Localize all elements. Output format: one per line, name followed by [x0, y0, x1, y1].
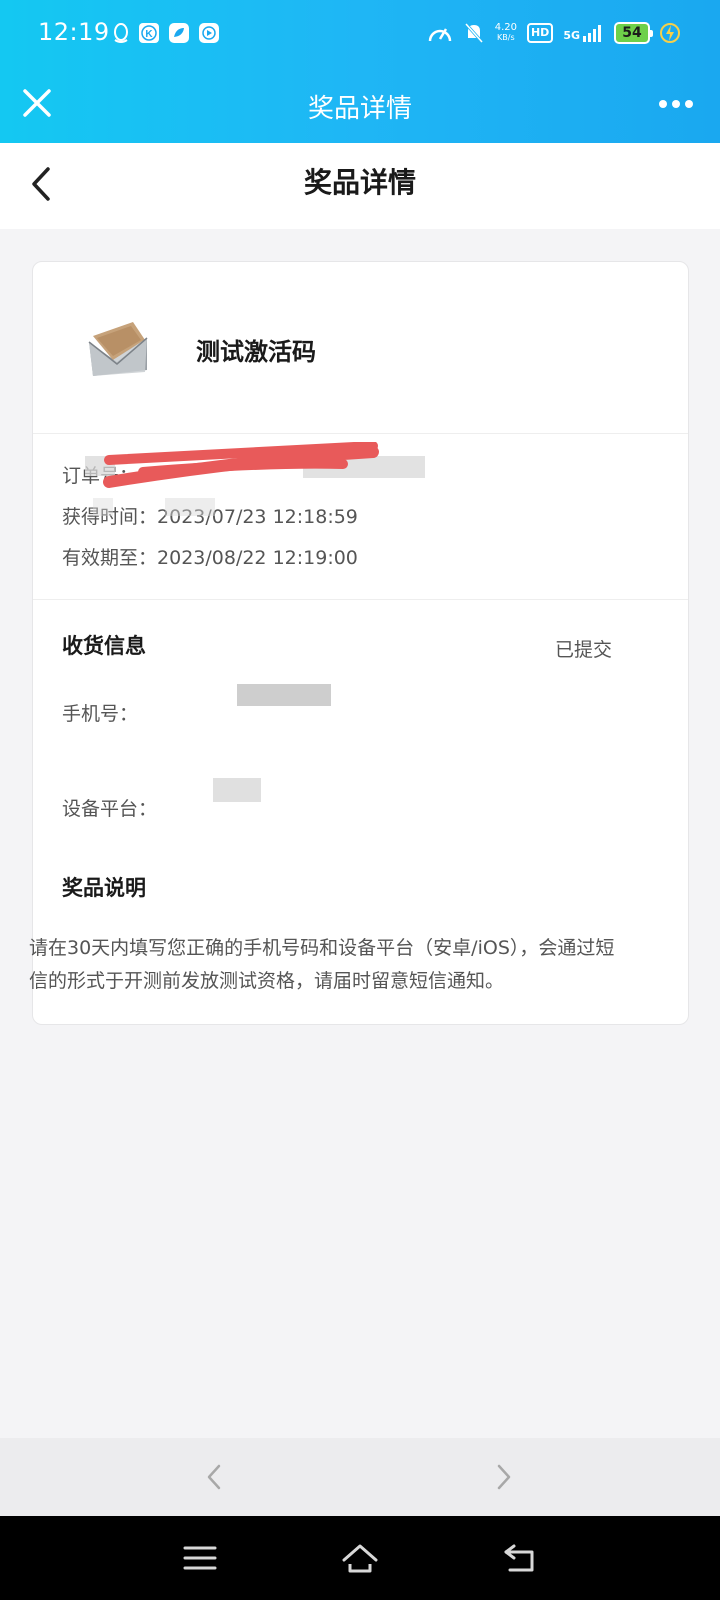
charging-icon — [660, 23, 680, 43]
prize-name: 测试激活码 — [196, 338, 316, 366]
expiry-label: 有效期至： — [62, 547, 158, 569]
battery-indicator: 54 — [614, 22, 653, 44]
qq-penguin-icon — [114, 23, 128, 43]
speedometer-icon — [428, 28, 451, 42]
return-icon[interactable] — [500, 1540, 540, 1576]
menu-icon[interactable] — [180, 1540, 220, 1576]
prize-desc-title: 奖品说明 — [62, 876, 146, 900]
net-speed: 4.20 KB/s — [495, 23, 517, 43]
mute-bell-icon — [464, 23, 483, 43]
expiry-value: 2023/08/22 12:19:00 — [157, 547, 358, 569]
page-header: 奖品详情 — [0, 143, 720, 229]
redacted-block — [165, 498, 215, 516]
net-speed-value: 4.20 — [494, 22, 517, 33]
more-options-icon[interactable] — [658, 92, 694, 116]
prize-header: 测试激活码 — [33, 262, 688, 434]
network-type: 5G — [563, 29, 580, 42]
prize-desc-text: 请在30天内填写您正确的手机号码和设备平台（安卓/iOS），会通过短信的形式于开… — [29, 937, 615, 992]
prize-card: 测试激活码 订单号： 获得时间：2023/07/23 12:18:59 有效期至… — [32, 261, 689, 1025]
platform-label: 设备平台： — [62, 798, 158, 820]
browser-back-icon[interactable] — [198, 1460, 232, 1494]
platform-value-redacted — [213, 778, 261, 802]
video-app-icon — [199, 23, 219, 43]
hd-badge: HD — [526, 23, 554, 43]
envelope-icon — [88, 322, 148, 376]
webview-title-bar: 奖品详情 — [0, 66, 720, 143]
signal-group: 5G — [563, 24, 604, 42]
expiry-row: 有效期至：2023/08/22 12:19:00 — [62, 543, 358, 570]
status-bar: 12:19 K 4.20 KB/s HD 5G 54 — [0, 0, 720, 66]
page-title: 奖品详情 — [303, 166, 416, 199]
home-icon[interactable] — [340, 1540, 380, 1576]
redaction-scribble — [103, 442, 379, 488]
browser-nav-bar — [0, 1438, 720, 1516]
delivery-title: 收货信息 — [62, 634, 146, 658]
svg-text:K: K — [145, 29, 153, 40]
net-speed-unit: KB/s — [497, 33, 515, 42]
signal-bars-icon — [583, 25, 601, 42]
browser-forward-icon[interactable] — [486, 1460, 520, 1494]
webview-title: 奖品详情 — [307, 94, 412, 124]
system-nav-bar — [0, 1516, 720, 1600]
redacted-block — [93, 498, 113, 516]
order-info: 订单号： 获得时间：2023/07/23 12:18:59 有效期至：2023/… — [33, 434, 688, 600]
phone-label: 手机号： — [62, 703, 139, 725]
submission-status: 已提交 — [555, 639, 613, 661]
phone-value-redacted — [237, 684, 331, 706]
leaf-app-icon — [169, 23, 189, 43]
k-app-icon: K — [139, 23, 159, 43]
status-time: 12:19 — [38, 18, 110, 46]
